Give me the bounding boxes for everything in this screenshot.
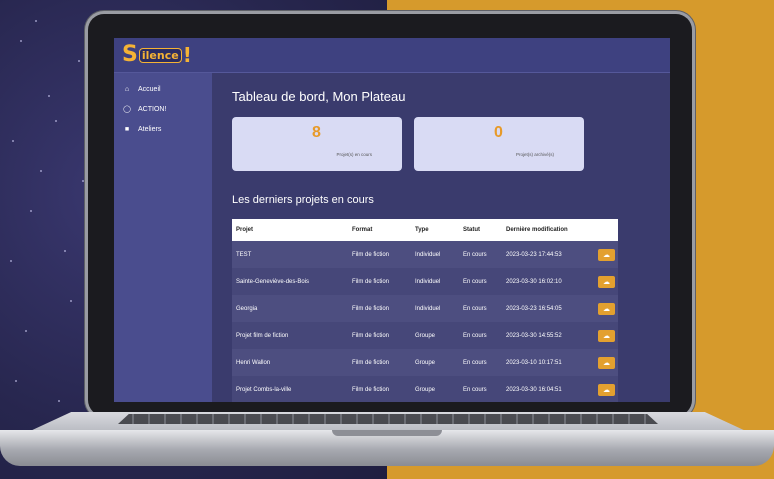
cell-statut: En cours (463, 251, 487, 258)
home-icon: ⌂ (124, 85, 130, 93)
cloud-download-icon: ☁ (603, 305, 610, 313)
cell-statut: En cours (463, 332, 487, 339)
cell-projet[interactable]: Sainte-Geneviève-des-Bois (232, 279, 352, 285)
column-header: Type (415, 227, 429, 233)
download-button[interactable]: ☁ (598, 383, 615, 396)
cell-type: Groupe (415, 386, 436, 393)
cell-projet[interactable]: Henri Wallon (232, 360, 352, 366)
cell-type: Individuel (415, 305, 441, 312)
logo-text: ilence (138, 47, 182, 63)
star-dot (48, 95, 50, 97)
cell-projet[interactable]: Projet Combs-la-ville (232, 387, 352, 393)
column-header: Statut (463, 227, 480, 233)
stat-label: Projet(s) archivé(s) (515, 152, 554, 157)
cell-date: 2023-03-23 16:54:05 (506, 305, 562, 312)
cell-date: 2023-03-30 16:02:10 (506, 278, 562, 285)
cell-format: Film de fiction (352, 278, 390, 285)
star-dot (64, 250, 66, 252)
download-button[interactable]: ☁ (598, 329, 615, 342)
stat-label: Projet(s) en cours (336, 152, 372, 157)
star-dot (55, 120, 57, 122)
table-row: Sainte-Geneviève-des-Bois Film de fictio… (232, 268, 618, 295)
app-logo[interactable]: S ilence ! (122, 42, 192, 68)
column-header: Dernière modification (506, 227, 568, 233)
cell-format: Film de fiction (352, 359, 390, 366)
main-content: Tableau de bord, Mon Plateau 8 Projet(s)… (212, 73, 670, 402)
download-button[interactable]: ☁ (598, 275, 615, 288)
laptop-keyboard (118, 414, 658, 424)
cell-statut: En cours (463, 278, 487, 285)
column-header: Format (352, 227, 373, 233)
star-dot (20, 40, 22, 42)
table-row: Georgia Film de fiction Individuel En co… (232, 295, 618, 322)
download-button[interactable]: ☁ (598, 248, 615, 261)
cloud-download-icon: ☁ (603, 386, 610, 394)
download-button[interactable]: ☁ (598, 302, 615, 315)
logo-initial: S (122, 42, 138, 67)
cloud-download-icon: ☁ (603, 251, 610, 259)
sidebar-item-label: ACTION! (138, 105, 167, 113)
download-button[interactable]: ☁ (598, 356, 615, 369)
star-dot (30, 210, 32, 212)
stat-card-archives: 0 Projet(s) archivé(s) (414, 117, 584, 171)
column-header: Projet (236, 227, 254, 233)
sidebar: ⌂ Accueil ◯ ACTION! ■ Ateliers (114, 73, 212, 402)
sidebar-item-accueil[interactable]: ⌂ Accueil (114, 79, 212, 99)
star-dot (82, 180, 84, 182)
table-row: Projet Combs-la-ville Film de fiction Gr… (232, 376, 618, 402)
cell-format: Film de fiction (352, 305, 390, 312)
star-dot (15, 380, 17, 382)
cell-date: 2023-03-10 10:17:51 (506, 359, 562, 366)
page-title: Tableau de bord, Mon Plateau (232, 89, 406, 104)
cloud-download-icon: ☁ (603, 278, 610, 286)
logo-mark: ! (182, 43, 192, 67)
table-row: TEST Film de fiction Individuel En cours… (232, 241, 618, 268)
cell-date: 2023-03-30 16:04:51 (506, 386, 562, 393)
cell-format: Film de fiction (352, 251, 390, 258)
star-dot (78, 60, 80, 62)
projects-table: Projet Format Type Statut Dernière modif… (232, 219, 618, 402)
table-header: Projet Format Type Statut Dernière modif… (232, 219, 618, 241)
star-dot (58, 400, 60, 402)
table-row: Projet film de fiction Film de fiction G… (232, 322, 618, 349)
cell-date: 2023-03-23 17:44:53 (506, 251, 562, 258)
table-row: Henri Wallon Film de fiction Groupe En c… (232, 349, 618, 376)
star-dot (70, 300, 72, 302)
stat-value: 8 (312, 124, 321, 141)
star-dot (25, 330, 27, 332)
cell-format: Film de fiction (352, 386, 390, 393)
cell-date: 2023-03-30 14:55:52 (506, 332, 562, 339)
chat-icon: ◯ (123, 106, 131, 113)
book-icon: ■ (124, 125, 130, 133)
sidebar-item-ateliers[interactable]: ■ Ateliers (114, 119, 212, 139)
star-dot (40, 170, 42, 172)
cell-type: Groupe (415, 332, 436, 339)
top-bar: S ilence ! (114, 38, 670, 73)
cell-format: Film de fiction (352, 332, 390, 339)
sidebar-item-label: Ateliers (138, 125, 162, 133)
star-dot (12, 140, 14, 142)
cell-projet[interactable]: Georgia (232, 306, 352, 312)
cell-projet[interactable]: TEST (232, 252, 352, 258)
cell-projet[interactable]: Projet film de fiction (232, 333, 352, 339)
cell-statut: En cours (463, 305, 487, 312)
laptop-notch (332, 430, 442, 436)
stat-value: 0 (494, 124, 503, 141)
cloud-download-icon: ☁ (603, 359, 610, 367)
cell-type: Individuel (415, 278, 441, 285)
star-dot (35, 20, 37, 22)
cloud-download-icon: ☁ (603, 332, 610, 340)
section-title: Les derniers projets en cours (232, 194, 374, 206)
laptop-screen: S ilence ! ⌂ Accueil ◯ ACTION! ■ Atelier… (114, 38, 670, 402)
cell-type: Individuel (415, 251, 441, 258)
sidebar-item-label: Accueil (138, 85, 161, 93)
cell-statut: En cours (463, 359, 487, 366)
sidebar-item-action[interactable]: ◯ ACTION! (114, 99, 212, 119)
cell-statut: En cours (463, 386, 487, 393)
cell-type: Groupe (415, 359, 436, 366)
star-dot (10, 260, 12, 262)
stat-card-en-cours: 8 Projet(s) en cours (232, 117, 402, 171)
